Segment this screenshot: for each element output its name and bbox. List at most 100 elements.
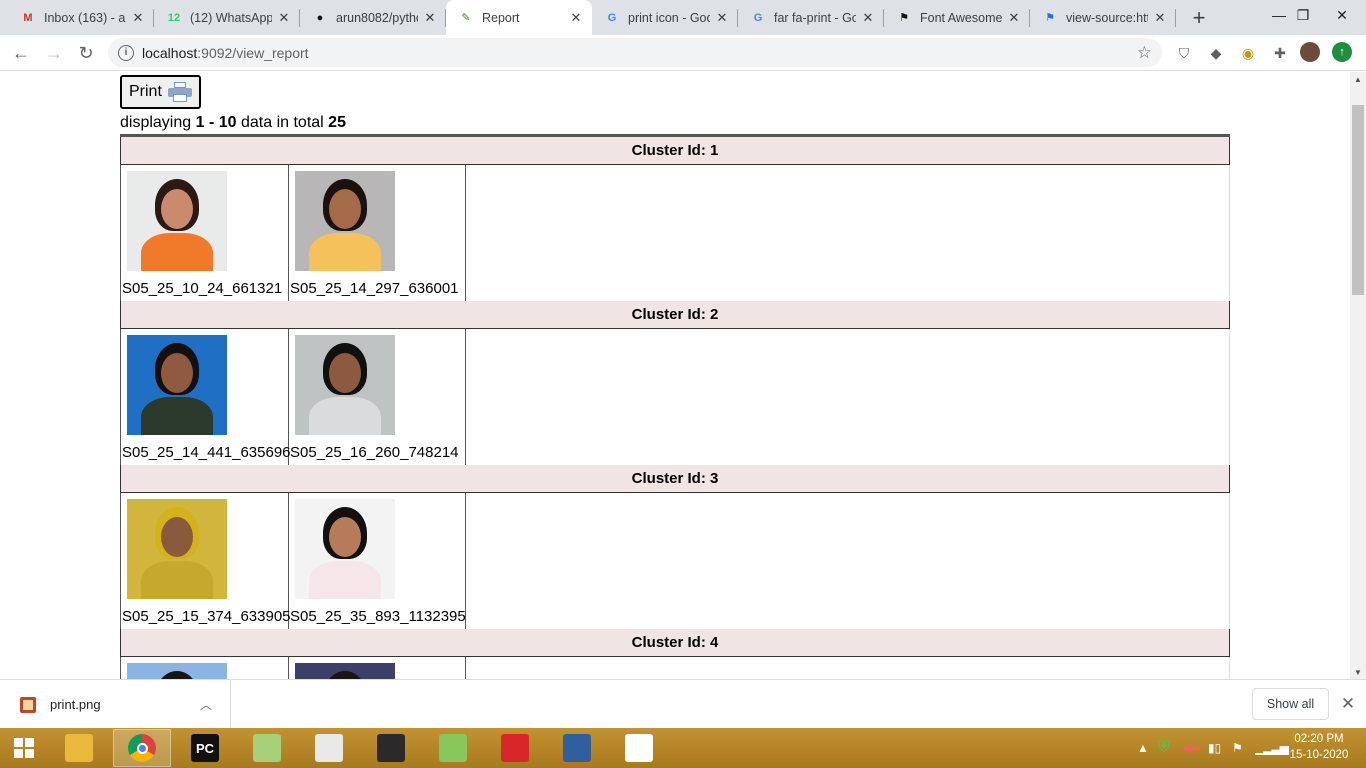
- url-text: localhost:9092/view_report: [142, 44, 309, 61]
- notepad-plus-icon: [439, 734, 467, 762]
- face-photo[interactable]: [127, 171, 227, 271]
- back-arrow-icon[interactable]: ←: [7, 39, 35, 67]
- taskbar-network-lock[interactable]: [548, 729, 606, 767]
- feather-icon: ✎: [461, 12, 471, 24]
- bookmark-star-icon[interactable]: ☆: [1137, 43, 1152, 63]
- update-arrow-icon[interactable]: ↑: [1332, 42, 1352, 62]
- scroll-up-arrow-icon[interactable]: ▲: [1350, 72, 1366, 86]
- tab-close-icon[interactable]: ✕: [1152, 10, 1168, 26]
- face-cell: S05_25_15_374_633905: [121, 493, 291, 629]
- extension-paint-icon[interactable]: ◆: [1205, 42, 1227, 64]
- system-clock[interactable]: 02:20 PM 15-10-2020: [1284, 731, 1354, 763]
- cluster-header: Cluster Id: 4: [120, 629, 1230, 657]
- scrollbar-thumb[interactable]: [1352, 105, 1364, 295]
- taskbar-pycharm[interactable]: PC: [176, 729, 234, 767]
- forward-arrow-icon[interactable]: →: [40, 39, 68, 67]
- download-filename: print.png: [50, 697, 101, 712]
- taskbar-sticky-folder[interactable]: [238, 729, 296, 767]
- tab-close-icon[interactable]: ✕: [568, 10, 584, 26]
- whatsapp-icon: 12: [167, 11, 181, 24]
- tab-4[interactable]: ✎ Report ✕: [446, 0, 592, 35]
- tab-close-icon[interactable]: ✕: [860, 10, 876, 26]
- tab-title: Font Awesome: [920, 10, 1002, 25]
- face-cell: S05_25_10_24_661321: [121, 165, 289, 301]
- show-all-button[interactable]: Show all: [1252, 688, 1329, 720]
- tab-title: (12) WhatsApp: [190, 10, 272, 25]
- face-cell: [289, 657, 466, 679]
- tab-3[interactable]: ● arun8082/pytho ✕: [300, 0, 446, 35]
- vertical-scrollbar[interactable]: ▲ ▼: [1350, 72, 1366, 679]
- face-photo[interactable]: [127, 663, 227, 679]
- tab-close-icon[interactable]: ✕: [276, 10, 292, 26]
- profile-avatar[interactable]: [1300, 42, 1320, 62]
- face-photo[interactable]: [295, 335, 395, 435]
- tab-5[interactable]: Gprint icon - Goo ✕: [592, 0, 738, 35]
- cluster-header: Cluster Id: 2: [120, 301, 1230, 329]
- tab-7[interactable]: ⚑ Font Awesome ✕: [884, 0, 1030, 35]
- print-button[interactable]: Print: [120, 75, 201, 109]
- cluster-row: [120, 657, 1230, 679]
- tab-title: Report: [482, 10, 520, 25]
- face-id-label: S05_25_15_374_633905: [122, 608, 291, 625]
- download-shelf: print.png ︿ Show all ✕: [0, 679, 1366, 729]
- tab-title: Inbox (163) - ar: [44, 10, 126, 25]
- new-tab-button[interactable]: +: [1186, 5, 1212, 31]
- face-photo[interactable]: [295, 663, 395, 679]
- face-photo[interactable]: [127, 335, 227, 435]
- clock-time: 02:20 PM: [1294, 733, 1344, 745]
- chevron-up-icon[interactable]: ︿: [200, 696, 212, 713]
- tab-1[interactable]: M Inbox (163) - ar ✕: [8, 0, 154, 35]
- flag-icon[interactable]: ⚑: [1232, 738, 1243, 758]
- tray-expand-icon[interactable]: ▲: [1137, 738, 1149, 758]
- defender-shield-icon[interactable]: ⛨: [1158, 738, 1170, 758]
- wifi-signal-icon[interactable]: ▁▂▃▅: [1255, 738, 1289, 758]
- muted-speaker-icon[interactable]: ◀✕: [1183, 738, 1202, 758]
- taskbar-windows-start[interactable]: [0, 729, 48, 767]
- tab-close-icon[interactable]: ✕: [1006, 10, 1022, 26]
- download-item[interactable]: print.png ︿: [0, 680, 231, 729]
- scroll-down-arrow-icon[interactable]: ▼: [1350, 665, 1366, 679]
- network-lock-icon: [563, 734, 591, 762]
- github-icon: ●: [316, 11, 324, 24]
- windows-start-icon: [10, 734, 38, 762]
- face-photo[interactable]: [295, 499, 395, 599]
- taskbar-terminal[interactable]: [362, 729, 420, 767]
- tab-6[interactable]: Gfar fa-print - Go ✕: [738, 0, 884, 35]
- tab-title: print icon - Goo: [628, 10, 710, 25]
- close-download-shelf-icon[interactable]: ✕: [1338, 693, 1358, 715]
- clock-date: 15-10-2020: [1289, 749, 1349, 761]
- extension-coin-icon[interactable]: ◉: [1237, 42, 1259, 64]
- browser-toolbar: ← → ↻ i localhost:9092/view_report ☆ ⛉ ◆…: [0, 35, 1366, 71]
- tab-close-icon[interactable]: ✕: [714, 10, 730, 26]
- taskbar-notepad-plus[interactable]: [424, 729, 482, 767]
- taskbar-chrome[interactable]: [113, 729, 171, 767]
- restore-icon[interactable]: ❐: [1288, 0, 1318, 30]
- face-photo[interactable]: [127, 499, 227, 599]
- tab-close-icon[interactable]: ✕: [130, 10, 146, 26]
- tab-title: far fa-print - Go: [774, 10, 856, 25]
- face-id-label: S05_25_10_24_661321: [122, 280, 283, 297]
- tab-8[interactable]: ⚑ view-source:htt ✕: [1030, 0, 1176, 35]
- face-id-label: S05_25_14_297_636001: [290, 280, 459, 297]
- close-window-icon[interactable]: ✕: [1322, 0, 1362, 30]
- face-id-label: S05_25_14_441_635696: [122, 444, 291, 461]
- ublock-shield-icon[interactable]: ⛉: [1173, 42, 1195, 64]
- reload-icon[interactable]: ↻: [72, 39, 100, 67]
- security-shield-icon: [501, 734, 529, 762]
- address-bar[interactable]: i localhost:9092/view_report ☆: [108, 38, 1162, 67]
- pagination-summary: displaying 1 - 10 data in total 25: [120, 114, 346, 131]
- report-table: Cluster Id: 1 S05_25_10_24_661321 S05_25_1…: [120, 134, 1230, 679]
- taskbar-blank-document[interactable]: [610, 729, 668, 767]
- face-photo[interactable]: [295, 171, 395, 271]
- tab-close-icon[interactable]: ✕: [422, 10, 438, 26]
- battery-icon[interactable]: ▮▯: [1208, 738, 1221, 758]
- cluster-header: Cluster Id: 3: [120, 465, 1230, 493]
- tab-strip: M Inbox (163) - ar ✕ 12 (12) WhatsApp ✕ ● arun8…: [0, 0, 1366, 35]
- taskbar-file-explorer[interactable]: [50, 729, 108, 767]
- taskbar-security-shield[interactable]: [486, 729, 544, 767]
- tab-2[interactable]: 12 (12) WhatsApp ✕: [154, 0, 300, 35]
- info-icon[interactable]: i: [118, 44, 134, 61]
- extensions-puzzle-icon[interactable]: ✚: [1269, 42, 1291, 64]
- printer-icon: [167, 82, 192, 102]
- taskbar-java[interactable]: [300, 729, 358, 767]
